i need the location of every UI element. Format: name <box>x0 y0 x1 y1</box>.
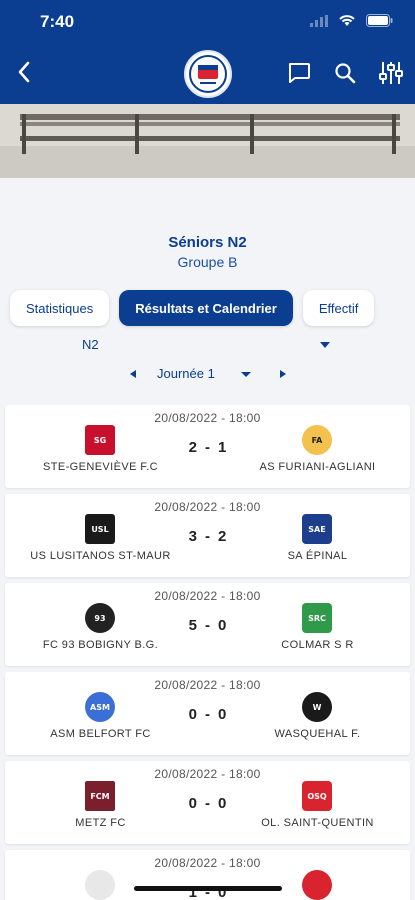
match-date: 20/08/2022 - 18:00 <box>154 500 261 514</box>
previous-day-icon[interactable] <box>130 370 136 378</box>
match-date: 20/08/2022 - 18:00 <box>154 678 261 692</box>
competition-title: Séniors N2 <box>168 234 247 251</box>
home-indicator <box>134 886 282 891</box>
chevron-down-icon[interactable] <box>241 372 251 377</box>
match-card[interactable]: 20/08/2022 - 18:00 FCM 0 - 0 OSQ METZ FC… <box>5 761 410 844</box>
home-team-crest-icon: FCM <box>85 781 115 811</box>
match-score: 3 - 2 <box>155 528 260 545</box>
home-team-name: US LUSITANOS ST-MAUR <box>30 550 171 562</box>
away-team-name: COLMAR S R <box>281 639 354 651</box>
match-card[interactable]: 20/08/2022 - 18:00 ASM 0 - 0 W ASM BELFO… <box>5 672 410 755</box>
matchday-label[interactable]: Journée 1 <box>157 366 215 381</box>
matchday-selector: Journée 1 <box>0 364 415 384</box>
sliders-icon <box>379 62 403 84</box>
status-icons <box>310 14 393 27</box>
away-team-crest-icon <box>302 870 332 900</box>
status-time: 7:40 <box>40 12 75 31</box>
away-team-crest-icon: FA <box>302 425 332 455</box>
bench-illustration-icon <box>0 104 415 178</box>
away-team-name: AS FURIANI-AGLIANI <box>259 461 376 473</box>
match-card[interactable]: 20/08/2022 - 18:00 1 - 0 <box>5 850 410 900</box>
wifi-icon <box>339 15 355 26</box>
league-logo <box>184 50 232 98</box>
match-score: 0 - 0 <box>155 706 260 723</box>
status-bar: 7:40 <box>0 0 415 44</box>
filter-button[interactable] <box>375 58 407 88</box>
home-team-crest-icon: ASM <box>85 692 115 722</box>
competition-dropdown[interactable]: N2 <box>80 336 330 358</box>
match-score: 5 - 0 <box>155 617 260 634</box>
tab-resultats-calendrier[interactable]: Résultats et Calendrier <box>119 290 293 326</box>
league-crest-icon <box>189 55 227 93</box>
away-team-name: SA ÉPINAL <box>287 550 348 562</box>
chevron-down-icon <box>320 342 330 348</box>
home-team-crest-icon <box>85 870 115 900</box>
match-card[interactable]: 20/08/2022 - 18:00 93 5 - 0 SRC FC 93 BO… <box>5 583 410 666</box>
away-team-crest-icon: SAE <box>302 514 332 544</box>
score-separator: - <box>205 617 210 634</box>
battery-icon <box>366 14 393 27</box>
away-score: 2 <box>218 528 227 545</box>
away-team-name: WASQUEHAL F. <box>274 728 361 740</box>
home-team-crest-icon: USL <box>85 514 115 544</box>
match-list: 20/08/2022 - 18:00 SG 2 - 1 FA STE-GENEV… <box>5 405 410 900</box>
app-screen: 7:40 Séniors N2 Groupe B Statistiques Ré… <box>0 0 415 900</box>
match-score: 2 - 1 <box>155 439 260 456</box>
competition-dropdown-value: N2 <box>82 337 99 352</box>
back-button[interactable] <box>10 58 38 86</box>
home-score: 0 <box>188 795 197 812</box>
away-score: 1 <box>218 439 227 456</box>
match-date: 20/08/2022 - 18:00 <box>154 589 261 603</box>
home-team-crest-icon: SG <box>85 425 115 455</box>
tab-statistiques[interactable]: Statistiques <box>10 290 110 326</box>
away-team-crest-icon: SRC <box>302 603 332 633</box>
score-separator: - <box>205 439 210 456</box>
away-team-crest-icon: W <box>302 692 332 722</box>
away-team-crest-icon: OSQ <box>302 781 332 811</box>
match-score: 0 - 0 <box>155 795 260 812</box>
home-score: 3 <box>188 528 197 545</box>
tab-effectif[interactable]: Effectif <box>302 290 375 326</box>
match-card[interactable]: 20/08/2022 - 18:00 USL 3 - 2 SAE US LUSI… <box>5 494 410 577</box>
score-separator: - <box>205 795 210 812</box>
away-score: 0 <box>218 617 227 634</box>
search-icon <box>335 63 356 84</box>
nav-actions <box>283 58 407 88</box>
away-score: 0 <box>218 706 227 723</box>
home-score: 5 <box>188 617 197 634</box>
away-team-name: OL. SAINT-QUENTIN <box>261 817 374 829</box>
search-button[interactable] <box>329 58 361 88</box>
match-date: 20/08/2022 - 18:00 <box>154 411 261 425</box>
match-date: 20/08/2022 - 18:00 <box>154 856 261 870</box>
competition-group: Groupe B <box>177 254 238 270</box>
home-team-name: METZ FC <box>75 817 126 829</box>
away-score: 0 <box>218 795 227 812</box>
score-separator: - <box>205 528 210 545</box>
chat-icon <box>288 63 310 83</box>
competition-header: Séniors N2 Groupe B <box>0 234 415 270</box>
chat-button[interactable] <box>283 58 315 88</box>
next-day-icon[interactable] <box>280 370 286 378</box>
signal-icon <box>310 14 328 27</box>
nav-bar <box>0 44 415 104</box>
home-team-name: FC 93 BOBIGNY B.G. <box>42 639 159 651</box>
tab-bar: Statistiques Résultats et Calendrier Eff… <box>10 290 375 326</box>
match-card[interactable]: 20/08/2022 - 18:00 SG 2 - 1 FA STE-GENEV… <box>5 405 410 488</box>
top-header: 7:40 <box>0 0 415 104</box>
score-separator: - <box>205 706 210 723</box>
home-team-name: STE-GENEVIÈVE F.C <box>43 461 158 473</box>
chevron-left-icon <box>18 61 30 83</box>
hero-image <box>0 104 415 178</box>
home-score: 0 <box>188 706 197 723</box>
home-team-crest-icon: 93 <box>85 603 115 633</box>
match-date: 20/08/2022 - 18:00 <box>154 767 261 781</box>
home-score: 2 <box>188 439 197 456</box>
home-team-name: ASM BELFORT FC <box>50 728 151 740</box>
